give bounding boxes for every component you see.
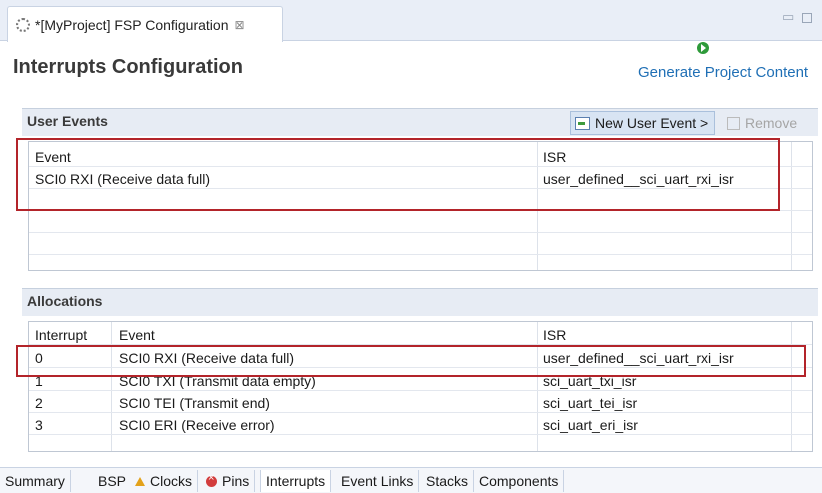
error-icon	[206, 472, 217, 487]
tab-label: Event Links	[341, 473, 414, 489]
interrupt-cell: 2	[35, 395, 43, 411]
tab-interrupts[interactable]: Interrupts	[260, 470, 332, 492]
isr-cell: sci_uart_eri_isr	[543, 417, 638, 433]
editor-tab-title: *[MyProject] FSP Configuration	[35, 16, 229, 33]
highlight-box-user-event	[16, 138, 780, 211]
warning-icon	[135, 476, 145, 486]
highlight-box-allocation	[16, 345, 806, 377]
play-icon[interactable]	[697, 42, 709, 54]
editor-tab-strip: *[MyProject] FSP Configuration ⊠ ▭	[0, 0, 822, 42]
interrupt-cell: 3	[35, 417, 43, 433]
user-events-header: User Events New User Event > Remove	[22, 108, 818, 136]
tab-label: Clocks	[150, 473, 193, 489]
tab-stacks[interactable]: Stacks	[421, 470, 475, 492]
user-events-title: User Events	[27, 113, 108, 129]
tab-label: Interrupts	[266, 473, 326, 489]
new-event-icon	[575, 116, 590, 130]
minimize-icon[interactable]: ▭	[782, 9, 794, 25]
table-row	[29, 234, 812, 255]
generate-project-content-link[interactable]: Generate Project Content	[638, 64, 808, 81]
table-row	[29, 212, 812, 233]
tab-label: Summary	[5, 473, 65, 489]
column-header-isr: ISR	[543, 327, 567, 343]
isr-cell: sci_uart_tei_isr	[543, 395, 638, 411]
page-title: Interrupts Configuration	[13, 56, 243, 78]
tab-summary[interactable]: Summary	[0, 470, 71, 492]
allocations-title: Allocations	[27, 293, 103, 309]
table-row[interactable]: 2 SCI0 TEI (Transmit end) sci_uart_tei_i…	[29, 392, 812, 413]
tab-label: Stacks	[426, 473, 469, 489]
table-header-row: Interrupt Event ISR	[29, 324, 812, 345]
close-icon[interactable]: ⊠	[235, 18, 245, 32]
new-user-event-label: New User Event >	[595, 115, 709, 131]
tab-label: Components	[479, 473, 559, 489]
editor-tab-fsp-configuration[interactable]: *[MyProject] FSP Configuration ⊠	[7, 6, 283, 42]
remove-icon	[727, 116, 740, 130]
column-header-event: Event	[119, 327, 155, 343]
tab-label: Pins	[222, 473, 250, 489]
tab-label: BSP	[98, 473, 127, 489]
gear-icon	[16, 17, 30, 32]
event-cell: SCI0 ERI (Receive error)	[119, 417, 275, 433]
tab-bsp[interactable]: BSP	[93, 470, 133, 492]
tab-components[interactable]: Components	[474, 470, 565, 492]
remove-button[interactable]: Remove	[723, 111, 797, 135]
allocations-header: Allocations	[22, 288, 818, 316]
allocations-table: Interrupt Event ISR 0 SCI0 RXI (Receive …	[28, 321, 813, 452]
column-header-interrupt: Interrupt	[35, 327, 88, 343]
tab-pins[interactable]: Pins	[201, 470, 256, 492]
table-row[interactable]: 3 SCI0 ERI (Receive error) sci_uart_eri_…	[29, 414, 812, 435]
tab-clocks[interactable]: Clocks	[130, 470, 199, 492]
remove-label: Remove	[745, 115, 798, 131]
tab-event-links[interactable]: Event Links	[336, 470, 420, 492]
new-user-event-button[interactable]: New User Event >	[570, 111, 716, 135]
event-cell: SCI0 TEI (Transmit end)	[119, 395, 270, 411]
maximize-icon[interactable]	[802, 13, 812, 23]
configuration-tabs: Summary BSP Clocks Pins Interrupts Event…	[0, 467, 822, 493]
